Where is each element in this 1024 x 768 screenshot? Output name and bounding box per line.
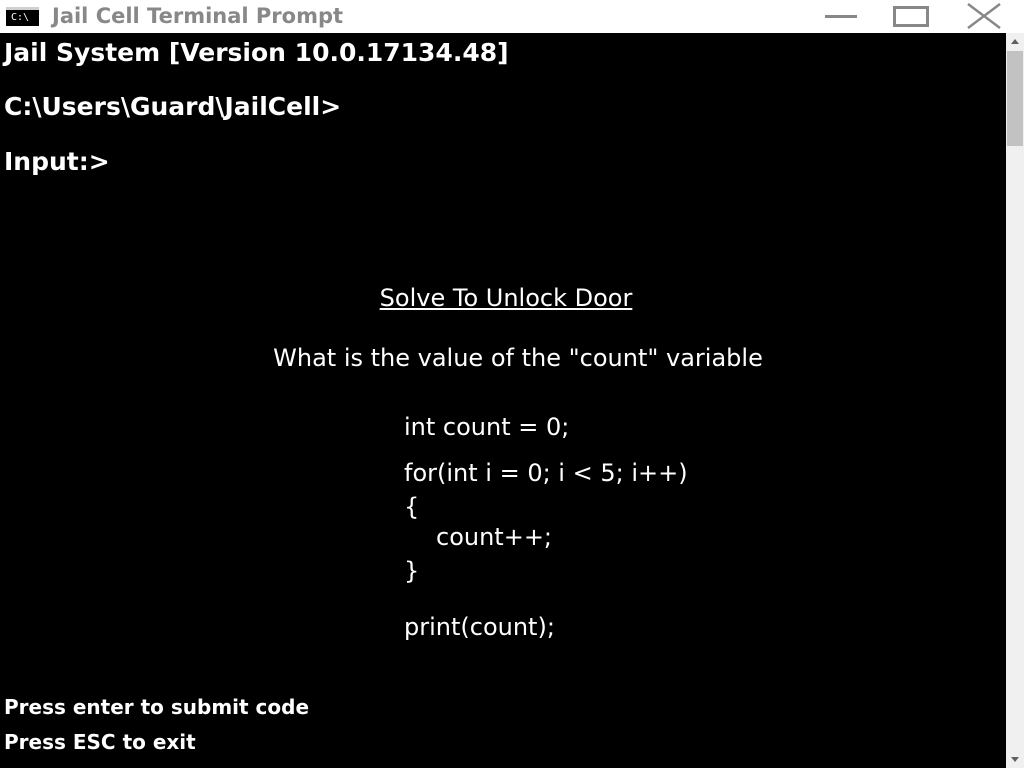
exit-hint: Press ESC to exit bbox=[4, 730, 196, 754]
title-bar[interactable]: C:\ Jail Cell Terminal Prompt bbox=[0, 0, 1024, 33]
minimize-button[interactable] bbox=[817, 0, 867, 33]
current-path-prompt: C:\Users\Guard\JailCell> bbox=[4, 92, 342, 121]
arrow-up-icon bbox=[1011, 39, 1019, 44]
puzzle-question: What is the value of the "count" variabl… bbox=[273, 344, 763, 372]
code-line: } bbox=[404, 557, 420, 585]
terminal-window: C:\ Jail Cell Terminal Prompt Jail Syste… bbox=[0, 0, 1024, 768]
console-output[interactable]: Jail System [Version 10.0.17134.48] C:\U… bbox=[0, 33, 1006, 768]
arrow-down-icon bbox=[1011, 757, 1019, 762]
code-line: { bbox=[404, 493, 420, 521]
code-line: int count = 0; bbox=[404, 413, 570, 441]
puzzle-title: Solve To Unlock Door bbox=[379, 284, 633, 312]
code-line: for(int i = 0; i < 5; i++) bbox=[404, 459, 688, 487]
system-version-text: Jail System [Version 10.0.17134.48] bbox=[4, 38, 509, 67]
window-title: Jail Cell Terminal Prompt bbox=[52, 4, 344, 28]
console-icon: C:\ bbox=[6, 7, 39, 26]
minimize-icon bbox=[825, 15, 857, 18]
input-prompt[interactable]: Input:> bbox=[4, 145, 110, 179]
maximize-icon bbox=[893, 6, 929, 27]
submit-hint: Press enter to submit code bbox=[4, 695, 310, 719]
code-line: count++; bbox=[436, 523, 553, 551]
vertical-scrollbar[interactable] bbox=[1006, 33, 1024, 768]
scroll-down-button[interactable] bbox=[1006, 750, 1024, 768]
close-button[interactable] bbox=[959, 0, 1009, 33]
scroll-thumb[interactable] bbox=[1007, 51, 1023, 146]
input-prompt-label: Input:> bbox=[4, 147, 110, 176]
maximize-button[interactable] bbox=[886, 0, 936, 33]
close-icon bbox=[967, 3, 1001, 29]
code-line: print(count); bbox=[404, 613, 555, 641]
console-icon-label: C:\ bbox=[11, 12, 30, 23]
scroll-up-button[interactable] bbox=[1006, 33, 1024, 51]
